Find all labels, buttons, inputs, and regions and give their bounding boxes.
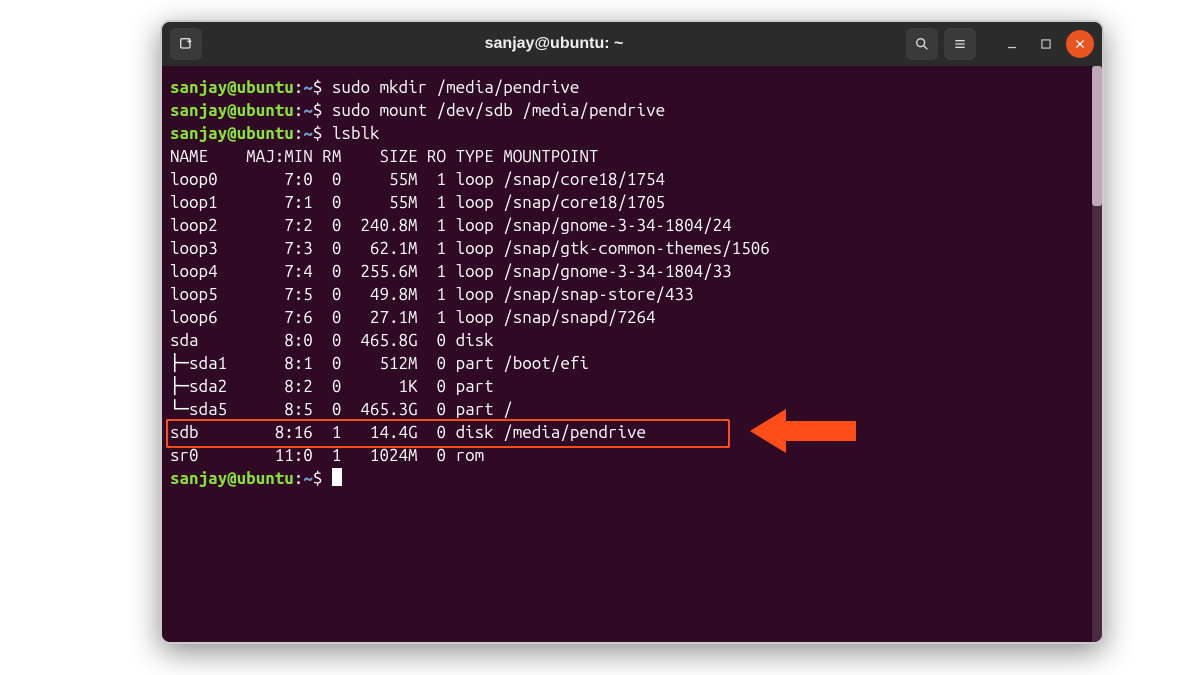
minimize-button[interactable] — [998, 30, 1026, 58]
highlight-annotation — [166, 419, 730, 448]
close-button[interactable] — [1066, 30, 1094, 58]
arrow-annotation — [750, 409, 856, 453]
arrow-head-icon — [750, 409, 786, 453]
scrollbar-thumb[interactable] — [1092, 66, 1102, 206]
window-title: sanjay@ubuntu: ~ — [208, 35, 900, 53]
menu-button[interactable] — [944, 28, 976, 60]
titlebar: sanjay@ubuntu: ~ — [162, 22, 1102, 66]
terminal-body[interactable]: sanjay@ubuntu:~$ sudo mkdir /media/pendr… — [162, 66, 1102, 642]
new-tab-button[interactable] — [170, 28, 202, 60]
scrollbar[interactable] — [1091, 66, 1102, 642]
arrow-shaft — [786, 421, 856, 441]
cursor — [332, 468, 342, 486]
terminal-window: sanjay@ubuntu: ~ sanjay@ubuntu:~$ sudo m… — [160, 20, 1104, 644]
maximize-button[interactable] — [1032, 30, 1060, 58]
search-button[interactable] — [906, 28, 938, 60]
